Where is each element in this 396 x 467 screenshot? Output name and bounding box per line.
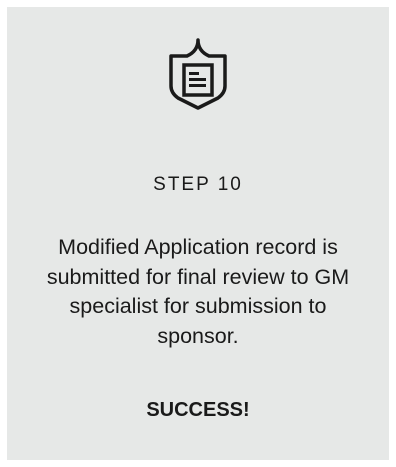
document-shield-icon — [167, 36, 229, 112]
step-card: STEP 10 Modified Application record is s… — [7, 7, 389, 460]
step-label: STEP 10 — [153, 174, 243, 195]
step-description: Modified Application record is submitted… — [46, 235, 350, 348]
status-text: SUCCESS! — [146, 399, 250, 421]
